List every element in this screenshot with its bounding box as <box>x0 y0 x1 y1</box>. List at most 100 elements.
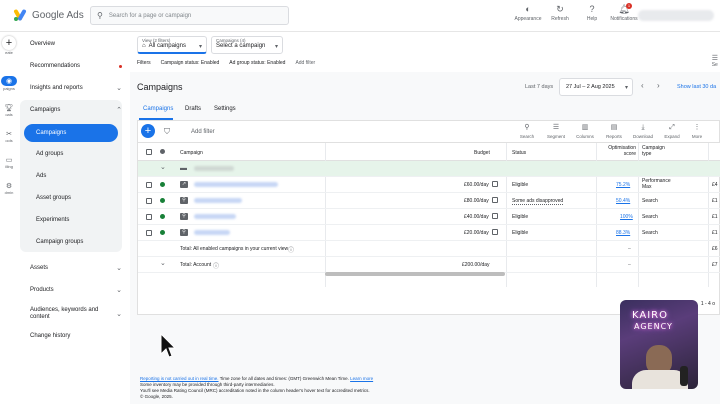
nav-sub-ad-groups[interactable]: Ad groups <box>36 146 63 162</box>
status-value[interactable]: Some ads disapproved <box>512 198 564 205</box>
toolbar-reports-button[interactable]: ▤ Reports <box>601 124 627 139</box>
tab-campaigns[interactable]: Campaigns <box>143 106 173 112</box>
nav-sub-asset-groups[interactable]: Asset groups <box>36 190 71 206</box>
add-filter-link[interactable]: Add filter <box>295 60 315 66</box>
rail-admin[interactable]: ⚙ dmin <box>0 182 18 195</box>
col-budget[interactable]: Budget <box>474 150 490 156</box>
nav-products[interactable]: Products ⌄ <box>30 282 122 298</box>
col-optimisation-score[interactable]: Optimisation score <box>600 145 636 157</box>
nav-change-history[interactable]: Change history <box>30 328 122 344</box>
status-enabled-dot[interactable] <box>160 230 165 235</box>
view-dropdown[interactable]: View (2 filters) ⌂ All campaigns ▾ <box>137 36 207 54</box>
nav-assets[interactable]: Assets ⌄ <box>30 260 122 276</box>
nav-sub-ads[interactable]: Ads <box>36 168 46 184</box>
create-button[interactable]: + eate <box>0 36 18 55</box>
tab-drafts[interactable]: Drafts <box>185 106 201 112</box>
table-row[interactable]: ⚲ £20.00/day Eligible 88.3% Search £1 <box>138 225 720 241</box>
rail-goals[interactable]: 🏆︎ oals <box>0 104 18 117</box>
edit-budget-icon[interactable] <box>492 181 498 187</box>
view-dropdown-value: All campaigns <box>148 43 186 49</box>
status-enabled-dot[interactable] <box>160 182 165 187</box>
optimisation-score[interactable]: 100% <box>620 214 633 220</box>
filter-icon[interactable]: ⛉ <box>164 127 170 137</box>
edit-budget-icon[interactable] <box>492 213 498 219</box>
nav-campaigns[interactable]: Campaigns ⌃ <box>30 102 122 118</box>
campaign-dropdown[interactable]: Campaigns (4) Select a campaign ▾ <box>211 36 283 54</box>
date-range-picker[interactable]: 27 Jul – 2 Aug 2025 ▾ <box>559 78 633 96</box>
redacted-campaign-name[interactable] <box>194 198 242 203</box>
search-input[interactable]: ⚲ Search for a page or campaign <box>90 6 289 25</box>
table-row[interactable]: ↗ £60.00/day Eligible 75.2% Performance … <box>138 177 720 193</box>
rail-campaigns[interactable]: ◉ paigns <box>0 76 18 91</box>
optimisation-score[interactable]: 50.4% <box>616 198 630 204</box>
search-campaign-icon: ⚲ <box>180 197 188 204</box>
pmax-icon: ↗ <box>180 181 188 188</box>
toolbar-add-filter[interactable]: Add filter <box>191 129 215 135</box>
row-checkbox[interactable] <box>146 230 152 236</box>
status-dot-header <box>160 149 165 154</box>
segment-shortcut[interactable]: ☰ Se <box>712 54 718 68</box>
nav-sub-campaigns[interactable]: Campaigns <box>24 124 118 142</box>
col-campaign-type[interactable]: Campaign type <box>642 145 672 157</box>
refresh-button[interactable]: ↻ Refresh <box>544 4 576 23</box>
col-status[interactable]: Status <box>512 150 526 156</box>
chevron-down-icon[interactable]: ⌄ <box>160 259 166 267</box>
chevron-down-icon[interactable]: ⌄ <box>160 163 166 171</box>
nav-insights[interactable]: Insights and reports ⌄ <box>30 80 122 96</box>
refresh-label: Refresh <box>551 16 569 22</box>
nav-recommendations[interactable]: Recommendations <box>30 58 122 74</box>
optimisation-score[interactable]: 75.2% <box>616 182 630 188</box>
redacted-campaign-name[interactable] <box>194 214 236 219</box>
chevron-right-icon[interactable]: › <box>657 81 660 90</box>
row-checkbox[interactable] <box>146 198 152 204</box>
redacted-campaign-name[interactable] <box>194 182 278 187</box>
nav-audiences[interactable]: Audiences, keywords and content ⌄ <box>30 304 122 324</box>
help-icon[interactable]: ⓘ <box>288 245 294 254</box>
chevron-left-icon[interactable]: ‹ <box>641 81 644 90</box>
filters-line: Filters Campaign status: Enabled Ad grou… <box>137 60 315 66</box>
show-last-30-days-link[interactable]: Show last 30 da <box>677 84 716 90</box>
row-checkbox[interactable] <box>146 182 152 188</box>
learn-more-link[interactable]: Learn more <box>350 376 373 381</box>
truncated-metric: £1 <box>712 214 718 220</box>
filter-chip-campaign-status[interactable]: Campaign status: Enabled <box>161 60 220 66</box>
campaign-type: Search <box>642 230 658 236</box>
status-enabled-dot[interactable] <box>160 198 165 203</box>
redacted-campaign-name[interactable] <box>194 230 230 235</box>
col-campaign[interactable]: Campaign <box>180 150 203 156</box>
nav-sub-experiments[interactable]: Experiments <box>36 212 69 228</box>
toolbar-search-button[interactable]: ⚲ Search <box>514 124 540 139</box>
help-button[interactable]: ? Help <box>576 4 608 22</box>
rail-tools[interactable]: ✂ ools <box>0 130 18 143</box>
edit-budget-icon[interactable] <box>492 197 498 203</box>
toolbar-more-button[interactable]: ⋮ More <box>684 124 710 139</box>
notifications-button[interactable]: 🔔︎ 1 Notifications <box>608 3 640 22</box>
table-row[interactable]: ⚲ £80.00/day Some ads disapproved 50.4% … <box>138 193 720 209</box>
add-campaign-button[interactable]: + <box>141 124 155 138</box>
tab-settings[interactable]: Settings <box>214 106 236 112</box>
toolbar-expand-button[interactable]: ⤢ Expand <box>659 124 685 139</box>
toolbar-segment-button[interactable]: ☰ Segment <box>543 124 569 139</box>
reporting-delay-link[interactable]: Reporting is not carried out in real tim… <box>140 376 219 381</box>
total-enabled-row: Total: All enabled campaigns in your cur… <box>138 241 720 257</box>
nav-overview[interactable]: Overview <box>30 36 122 52</box>
help-icon[interactable]: ⓘ <box>213 261 219 270</box>
select-all-checkbox[interactable] <box>146 149 152 155</box>
nav-sub-campaign-groups[interactable]: Campaign groups <box>36 234 83 250</box>
horizontal-scrollbar[interactable] <box>325 272 505 276</box>
row-checkbox[interactable] <box>146 214 152 220</box>
table-group-row[interactable]: ⌄ ▬ <box>138 161 720 177</box>
rail-billing[interactable]: ▭ illing <box>0 156 18 169</box>
edit-budget-icon[interactable] <box>492 229 498 235</box>
filter-chip-adgroup-status[interactable]: Ad group status: Enabled <box>229 60 285 66</box>
toolbar-columns-button[interactable]: ▥ Columns <box>572 124 598 139</box>
status-enabled-dot[interactable] <box>160 214 165 219</box>
appearance-button[interactable]: ◐ Appearance <box>512 4 544 22</box>
toolbar-expand-label: Expand <box>664 134 680 139</box>
optimisation-score[interactable]: 88.3% <box>616 230 630 236</box>
toolbar-download-button[interactable]: ⤓ Download <box>630 124 656 139</box>
account-switcher[interactable] <box>638 10 714 21</box>
table-row[interactable]: ⚲ £40.00/day Eligible 100% Search £1 <box>138 209 720 225</box>
neon-sign-line2: AGENCY <box>634 322 673 331</box>
google-ads-logo[interactable]: Google Ads <box>13 8 84 22</box>
